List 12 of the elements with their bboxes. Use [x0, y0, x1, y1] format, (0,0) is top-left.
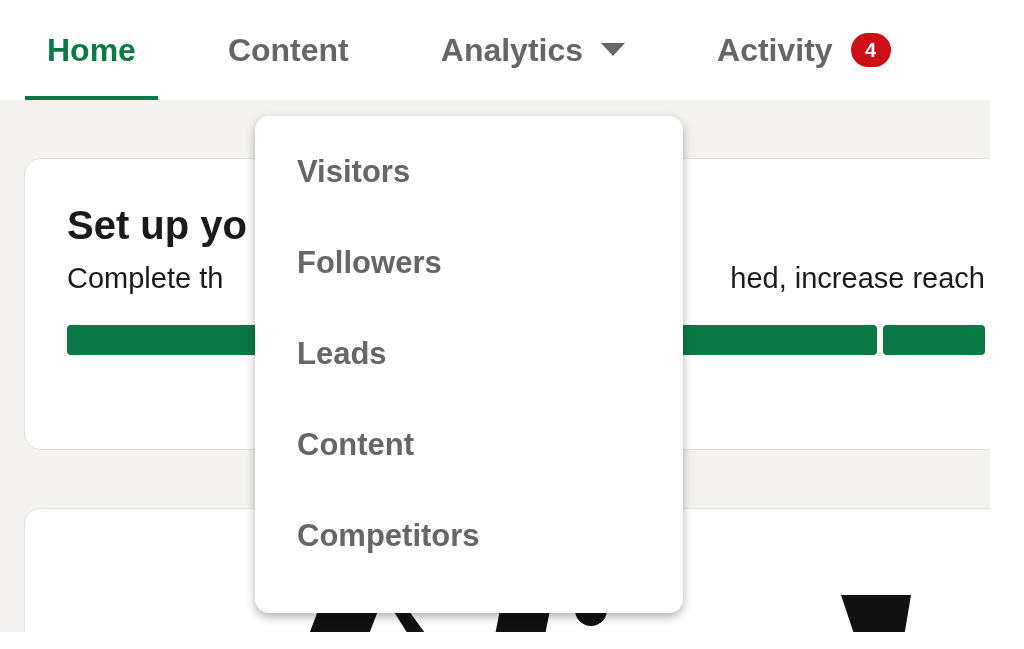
card-description: Complete th [67, 262, 224, 295]
nav-tab[interactable]: Analytics [418, 0, 648, 100]
menu-item[interactable]: Followers [255, 227, 683, 318]
menu-item[interactable]: Competitors [255, 500, 683, 591]
card-title: Set up yo [67, 203, 249, 248]
card-description: hed, increase reach [730, 262, 985, 295]
menu-item[interactable]: Content [255, 409, 683, 500]
menu-item[interactable]: Leads [255, 318, 683, 409]
nav-tab[interactable]: Content [205, 0, 371, 100]
nav-tab[interactable]: Activity 4 [695, 0, 913, 100]
notification-badge: 4 [850, 33, 891, 67]
menu-item[interactable]: Visitors [255, 136, 683, 227]
